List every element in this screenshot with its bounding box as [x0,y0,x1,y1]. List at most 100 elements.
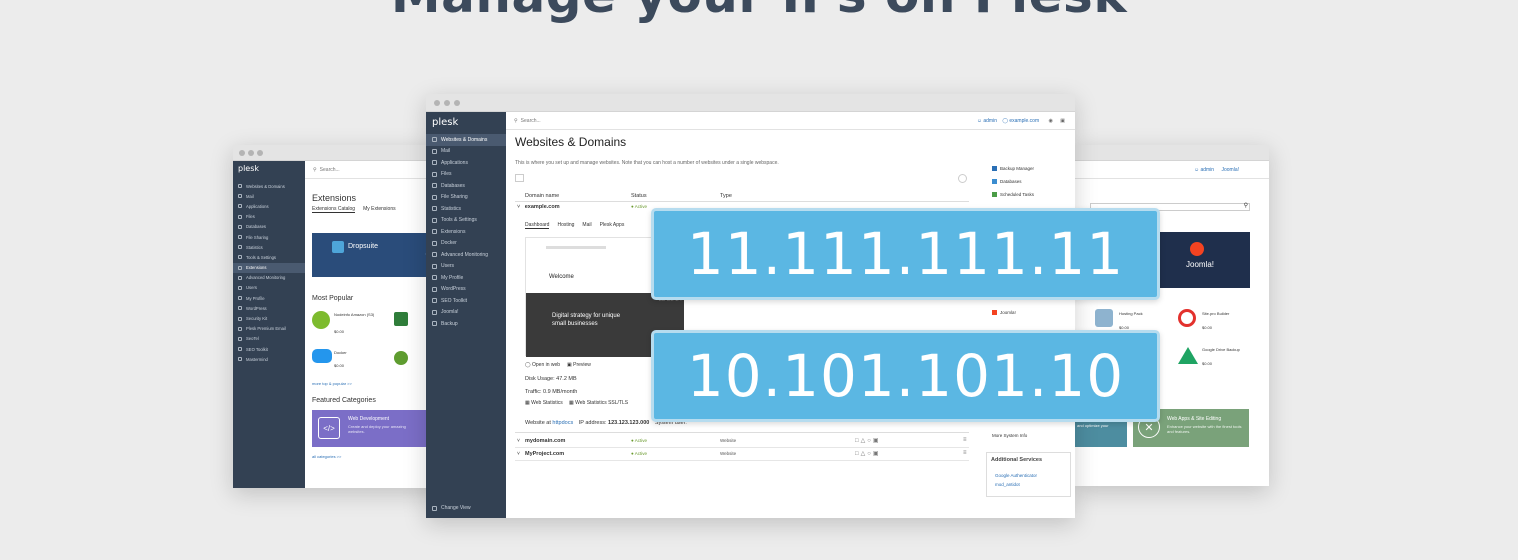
service-google-authenticator[interactable]: Google Authenticator [995,473,1037,478]
seo-toolkit-icon [238,347,242,352]
domain-menu[interactable]: Joomla! [1221,167,1239,173]
help-icon[interactable]: ▣ [1060,118,1065,124]
sidebar-item-extensions[interactable]: Extensions [233,262,305,273]
sidebar-item-websites-domains[interactable]: Websites & Domains [233,181,305,191]
tab-mail[interactable]: Mail [582,222,591,229]
sidebar-item-applications[interactable]: Applications [426,157,506,169]
tab-extensions-catalog[interactable]: Extensions Catalog [312,206,356,213]
search-input[interactable]: Search... [521,118,541,124]
tab-my-extensions[interactable]: My Extensions [363,206,396,213]
sidebar-item-seo-toolkit[interactable]: SEO Toolkit [426,295,506,307]
preview-link[interactable]: ▣ Preview [567,362,591,368]
row-action-icons[interactable]: □△○▣ [855,437,881,444]
sidebar-item-seo-toolkit[interactable]: SEO Toolkit [233,344,305,354]
plesk-logo: plesk [238,164,260,173]
menu-icon[interactable]: ≡ [963,450,967,456]
more-popular-link[interactable]: more top & popular >> [312,381,352,386]
web-statistics-link[interactable]: ▦ Web Statistics [525,400,563,406]
domain-menu[interactable]: example.com [1009,118,1039,124]
main-window: plesk Websites & Domains Mail Applications… [426,94,1075,518]
wordpress-icon [238,306,242,311]
sidebar-item-my-profile[interactable]: My Profile [233,293,305,303]
sidebar-item-seotel[interactable]: SeoTel [233,334,305,344]
sidebar-item-extensions[interactable]: Extensions [426,226,506,238]
panel-item-scheduled-tasks[interactable]: Scheduled Tasks [992,192,1034,198]
globe-icon: ◯ [1002,118,1008,124]
sidebar-item-label: Files [441,171,452,178]
backup-manager-icon [992,166,997,172]
open-in-web-link[interactable]: ◯ Open in web [525,362,560,368]
main-sidebar: plesk Websites & Domains Mail Applications… [426,112,506,518]
sidebar-item-label: File Sharing [246,234,269,240]
sidebar-item-users[interactable]: Users [426,261,506,273]
sidebar-item-applications[interactable]: Applications [233,201,305,211]
table-row[interactable]: ˅ MyProject.com ● Active Website □△○▣ ≡ [515,449,969,461]
sidebar-item-security-kit[interactable]: Security Kit [233,313,305,323]
sidebar-item-advanced-monitoring[interactable]: Advanced Monitoring [426,249,506,261]
collapse-button[interactable] [515,174,524,182]
banner-joomla[interactable]: Joomla! [1160,232,1250,288]
sidebar-item-plesk-premium-email[interactable]: Plesk Premium Email [233,324,305,334]
httpdocs-link[interactable]: httpdocs [552,420,573,426]
row-action-icons[interactable]: □△○▣ [855,450,881,457]
my-profile-icon [432,275,437,281]
settings-gear-icon[interactable] [958,174,967,183]
web-statistics-ssl-link[interactable]: ▦ Web Statistics SSL/TLS [569,400,628,406]
column-header-type[interactable]: Type [720,193,732,199]
panel-item-backup-manager[interactable]: Backup Manager [992,166,1034,172]
most-popular-title: Most Popular [312,295,354,302]
domain-name[interactable]: MyProject.com [525,451,564,457]
domain-name[interactable]: mydomain.com [525,438,565,444]
sidebar-item-advanced-monitoring[interactable]: Advanced Monitoring [233,273,305,283]
eye-icon[interactable]: ◉ [1049,118,1053,124]
seo-toolkit-icon [432,298,437,304]
sidebar-item-wordpress[interactable]: WordPress [426,284,506,296]
tab-dashboard[interactable]: Dashboard [525,222,550,229]
panel-item-databases[interactable]: Databases [992,179,1022,185]
sidebar-item-files[interactable]: Files [426,169,506,181]
sidebar-item-file-sharing[interactable]: File Sharing [426,192,506,204]
extensions-icon [432,229,437,235]
sidebar-item-mail[interactable]: Mail [426,146,506,158]
sidebar-item-tools-settings[interactable]: Tools & Settings [426,215,506,227]
sidebar-item-wordpress[interactable]: WordPress [233,303,305,313]
extensions-icon [238,265,242,270]
sidebar-item-joomla[interactable]: Joomla! [426,307,506,319]
user-menu[interactable]: admin [983,118,997,124]
sidebar-item-users[interactable]: Users [233,283,305,293]
sidebar-item-statistics[interactable]: Statistics [233,242,305,252]
column-header-status[interactable]: Status [631,193,647,199]
column-header-domain[interactable]: Domain name [525,193,559,199]
tab-plesk-apps[interactable]: Plesk Apps [600,222,625,229]
sidebar-item-mail[interactable]: Mail [233,191,305,201]
additional-services-title[interactable]: Additional Services [991,457,1042,463]
panel-item-joomla[interactable]: Joomla! [992,310,1016,316]
change-view-button[interactable]: Change View [426,503,477,515]
sidebar-item-websites-domains[interactable]: Websites & Domains [426,134,506,146]
sidebar-item-tools-settings[interactable]: Tools & Settings [233,252,305,262]
files-icon [238,214,242,219]
table-row[interactable]: ˅ mydomain.com ● Active Website □△○▣ ≡ [515,436,969,448]
all-categories-link[interactable]: all categories >> [312,454,341,459]
sidebar-item-my-profile[interactable]: My Profile [426,272,506,284]
search-input[interactable]: Search... [320,167,340,173]
menu-icon[interactable]: ≡ [963,437,967,443]
user-menu[interactable]: admin [1200,167,1214,173]
backup-icon [432,321,437,327]
databases-icon [992,179,997,185]
sidebar-item-label: WordPress [246,305,267,311]
advanced-monitoring-icon [238,275,242,280]
sidebar-item-docker[interactable]: Docker [426,238,506,250]
sidebar-item-databases[interactable]: Databases [233,222,305,232]
sidebar-item-file-sharing[interactable]: File Sharing [233,232,305,242]
service-mod-antidot[interactable]: mod_antidot [995,482,1020,487]
sidebar-item-backup[interactable]: Backup [426,318,506,330]
sidebar-item-files[interactable]: Files [233,212,305,222]
sidebar-item-databases[interactable]: Databases [426,180,506,192]
tab-hosting[interactable]: Hosting [557,222,574,229]
sidebar-item-mastermind[interactable]: Mastermind [233,354,305,364]
sidebar-item-label: SEO Toolkit [246,346,268,352]
more-system-info-link[interactable]: More System Info [992,433,1027,438]
domain-row-example[interactable]: ˅ example.com [517,204,560,210]
sidebar-item-statistics[interactable]: Statistics [426,203,506,215]
